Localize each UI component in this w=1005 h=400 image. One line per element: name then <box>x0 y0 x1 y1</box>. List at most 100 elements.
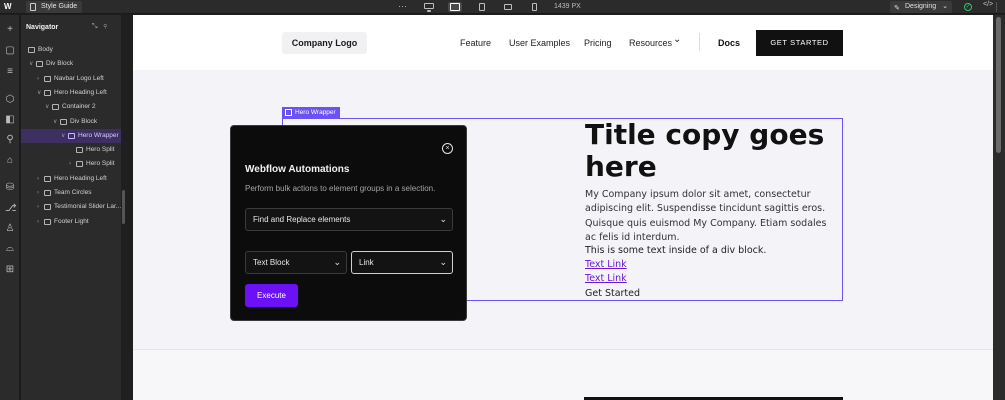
element-icon <box>285 109 292 116</box>
action-select[interactable]: Find and Replace elements ⌄ <box>245 208 453 231</box>
page-selector[interactable]: Style Guide <box>26 1 83 13</box>
site-navbar: Company Logo Feature User Examples Prici… <box>133 15 993 70</box>
chevron-right-icon[interactable]: › <box>37 215 39 229</box>
hero-paragraph[interactable]: My Company ipsum dolor sit amet, consect… <box>585 188 837 245</box>
modal-subtitle: Perform bulk actions to element groups i… <box>245 184 436 193</box>
chevron-down-icon[interactable]: ∨ <box>45 100 49 114</box>
more-options-icon[interactable]: ··· <box>398 0 407 13</box>
hero-title[interactable]: Title copy goes here <box>585 119 825 183</box>
navigator-item-label: Hero Split <box>86 146 115 154</box>
publish-status-icon[interactable]: ✓ <box>964 3 972 11</box>
cms-icon[interactable]: ⛁ <box>5 183 15 193</box>
chevron-down-icon[interactable]: ∨ <box>53 115 57 129</box>
navigator-item[interactable]: › Navbar Logo Left <box>21 72 121 86</box>
mobile-landscape-breakpoint-icon[interactable] <box>501 2 515 12</box>
components-icon[interactable]: ⬡ <box>5 95 15 105</box>
navigator-item[interactable]: › Hero Split <box>21 157 121 171</box>
navigator-item[interactable]: › Footer Light <box>21 215 121 229</box>
source-element-value: Text Block <box>253 258 290 267</box>
chevron-down-icon: ⌄ <box>333 257 341 267</box>
collapse-icon[interactable]: ⤡ <box>92 23 104 30</box>
source-element-select[interactable]: Text Block ⌄ <box>245 251 347 274</box>
navigator-item[interactable]: ∨ Div Block <box>21 115 121 129</box>
pin-icon[interactable]: ⚲ <box>104 23 113 30</box>
navigator-item-label: Container 2 <box>62 103 96 111</box>
navigator-item[interactable]: ∨ Hero Heading Left <box>21 86 121 100</box>
navigator-item[interactable]: ∨ Container 2 <box>21 100 121 114</box>
selection-name: Hero Wrapper <box>295 109 336 116</box>
navigator-item-label: Hero Wrapper <box>78 131 119 139</box>
chevron-right-icon[interactable]: › <box>69 157 71 171</box>
navigator-scrollbar[interactable] <box>122 190 125 224</box>
execute-button[interactable]: Execute <box>245 284 298 307</box>
text-link[interactable]: Text Link <box>585 259 627 270</box>
apps-icon[interactable]: ⊞ <box>5 265 15 275</box>
get-started-button[interactable]: GET STARTED <box>756 30 843 56</box>
chevron-right-icon[interactable]: › <box>37 186 39 200</box>
navigator-item[interactable]: Hero Split <box>21 143 121 157</box>
chevron-down-icon[interactable]: ∨ <box>37 86 41 100</box>
chevron-down-icon[interactable]: ∨ <box>61 129 65 143</box>
ecommerce-icon[interactable]: ⌓ <box>5 244 15 254</box>
navigator-item-label: Footer Light <box>54 217 89 225</box>
element-icon <box>44 175 51 182</box>
assets-icon[interactable]: ⌂ <box>5 156 15 166</box>
div-block-text[interactable]: This is some text inside of a div block. <box>585 245 766 256</box>
chevron-down-icon[interactable]: ∨ <box>29 57 33 71</box>
element-icon <box>44 75 51 82</box>
element-icon <box>28 47 35 53</box>
navigator-panel-controls[interactable]: ⤡⚲ <box>92 23 113 31</box>
element-icon <box>68 132 75 139</box>
large-breakpoint-icon[interactable] <box>448 2 462 12</box>
company-logo[interactable]: Company Logo <box>282 32 367 54</box>
top-bar: W Style Guide ··· 1439 PX ✎ Designing ⌄ … <box>0 0 1005 14</box>
variables-icon[interactable]: ⚲ <box>5 135 15 145</box>
navigator-item[interactable]: › Team Circles <box>21 186 121 200</box>
add-icon[interactable]: + <box>5 25 15 35</box>
close-icon[interactable]: × <box>442 143 453 154</box>
canvas-scrollbar[interactable] <box>993 15 1005 400</box>
navigator-item[interactable]: Body <box>21 43 121 57</box>
webflow-logo[interactable]: W <box>4 2 14 12</box>
element-icon <box>52 104 59 111</box>
navigator-item-label: Hero Split <box>86 160 115 168</box>
chevron-right-icon[interactable]: › <box>37 172 39 186</box>
element-icon <box>76 161 83 168</box>
navigator-icon[interactable]: ≡ <box>5 67 15 77</box>
navigator-title: Navigator <box>26 24 59 31</box>
nav-link-pricing[interactable]: Pricing <box>584 38 612 48</box>
element-icon <box>44 190 51 196</box>
left-toolbar: + ▢ ≡ ⬡ ◧ ⚲ ⌂ ⛁ ⎇ ♙ ⌓ ⊞ <box>0 15 20 400</box>
chevron-right-icon[interactable]: › <box>37 200 39 214</box>
logic-icon[interactable]: ⎇ <box>5 204 17 214</box>
scrollbar-thumb[interactable] <box>996 17 1001 153</box>
nav-divider <box>699 33 700 51</box>
pages-icon[interactable]: ▢ <box>5 46 15 56</box>
navigator-item-label: Team Circles <box>54 189 92 196</box>
navigator-item[interactable]: › Hero Heading Left <box>21 172 121 186</box>
navigator-item[interactable]: ∨ Div Block <box>21 57 121 71</box>
tablet-breakpoint-icon[interactable] <box>475 2 489 12</box>
nav-link-feature[interactable]: Feature <box>460 38 491 48</box>
chevron-right-icon[interactable]: › <box>37 72 39 86</box>
nav-link-user-examples[interactable]: User Examples <box>509 38 570 48</box>
nav-link-docs[interactable]: Docs <box>718 38 740 48</box>
modal-title: Webflow Automations <box>245 164 350 175</box>
desktop-breakpoint-icon[interactable] <box>422 2 436 12</box>
navigator-item[interactable]: ∨ Hero Wrapper <box>21 128 121 143</box>
get-started-text[interactable]: Get Started <box>585 288 640 299</box>
mode-dropdown[interactable]: ✎ Designing ⌄ <box>890 1 952 13</box>
users-icon[interactable]: ♙ <box>5 224 15 234</box>
text-link[interactable]: Text Link <box>585 273 627 284</box>
nav-link-resources[interactable]: Resources <box>629 38 672 48</box>
target-element-select[interactable]: Link ⌄ <box>351 251 453 274</box>
navigator-item[interactable]: › Testimonial Slider Lar... <box>21 200 121 214</box>
chevron-down-icon: ⌄ <box>942 3 948 10</box>
element-icon <box>44 218 51 225</box>
navigator-item-label: Testimonial Slider Lar... <box>54 203 121 211</box>
section-divider <box>133 349 993 350</box>
code-icon[interactable]: </> <box>983 1 993 8</box>
action-select-value: Find and Replace elements <box>253 215 351 224</box>
mobile-portrait-breakpoint-icon[interactable] <box>527 2 541 12</box>
style-selectors-icon[interactable]: ◧ <box>5 115 15 125</box>
